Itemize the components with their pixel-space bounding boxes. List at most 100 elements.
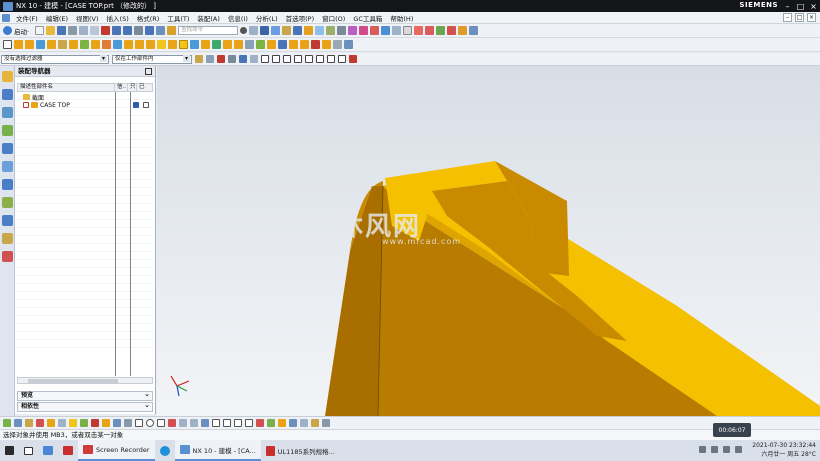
bounded-grid-icon[interactable]: [349, 55, 357, 63]
endpoint-icon[interactable]: [250, 55, 258, 63]
doc-close-button[interactable]: ×: [807, 13, 816, 22]
assembly-navigator-tab-icon[interactable]: [2, 71, 13, 82]
show-hide-icon[interactable]: [348, 26, 358, 35]
column-readonly[interactable]: 只: [128, 84, 137, 91]
split-body-icon[interactable]: [135, 40, 144, 49]
pattern-icon[interactable]: [212, 40, 221, 49]
save-icon[interactable]: [57, 26, 67, 35]
menu-gc-toolbox[interactable]: GC工具箱: [349, 13, 386, 23]
intent-icon[interactable]: [228, 55, 236, 63]
menu-format[interactable]: 格式(R): [133, 13, 164, 23]
vertical-icon[interactable]: [289, 419, 297, 427]
menu-tools[interactable]: 工具(T): [163, 13, 193, 23]
chamfer-icon[interactable]: [157, 40, 166, 49]
cut-icon[interactable]: [68, 26, 78, 35]
midpoint-constraint-icon[interactable]: [311, 419, 319, 427]
preview-pane[interactable]: 预览: [17, 390, 153, 401]
convert-icon[interactable]: [47, 419, 55, 427]
collinear-icon[interactable]: [300, 419, 308, 427]
type-filter-select[interactable]: 没有选择过滤器: [1, 54, 109, 64]
expression-icon[interactable]: [425, 26, 435, 35]
spreadsheet-icon[interactable]: [436, 26, 446, 35]
select-all-icon[interactable]: [206, 55, 214, 63]
blend-icon[interactable]: [146, 40, 155, 49]
rectangle-icon[interactable]: [124, 419, 132, 427]
spline-icon[interactable]: [168, 419, 176, 427]
command-search-input[interactable]: 查找命令: [178, 26, 239, 35]
mirror-curve-icon[interactable]: [80, 419, 88, 427]
copy-icon[interactable]: [79, 26, 89, 35]
taskbar-edge[interactable]: [155, 440, 175, 461]
rotate-icon[interactable]: [271, 26, 281, 35]
pocket-icon[interactable]: [58, 40, 67, 49]
control-point-icon[interactable]: [272, 55, 280, 63]
boss-icon[interactable]: [47, 40, 56, 49]
reuse-library-tab-icon[interactable]: [2, 125, 13, 136]
taskbar-pdf[interactable]: UL1185系列规格...: [261, 440, 340, 461]
ellipse-icon[interactable]: [190, 419, 198, 427]
paste-icon[interactable]: [90, 26, 100, 35]
zoom-icon[interactable]: [260, 26, 270, 35]
delete-icon[interactable]: [101, 26, 111, 35]
measure-icon[interactable]: [370, 26, 380, 35]
fixed-icon[interactable]: [212, 419, 220, 427]
column-part-name[interactable]: 描述性部件名: [18, 84, 115, 91]
arc-icon[interactable]: [157, 419, 165, 427]
circle-icon[interactable]: [146, 419, 154, 427]
point-on-curve-icon[interactable]: [327, 55, 335, 63]
customize-icon[interactable]: [469, 26, 479, 35]
tray-chevron-icon[interactable]: [699, 446, 706, 453]
existing-point-icon[interactable]: [316, 55, 324, 63]
redo-icon[interactable]: [123, 26, 133, 35]
window-icon[interactable]: [156, 26, 166, 35]
menu-preferences[interactable]: 首选项(P): [282, 13, 319, 23]
concentric-icon[interactable]: [322, 419, 330, 427]
menu-window[interactable]: 窗口(O): [318, 13, 349, 23]
shell-icon[interactable]: [168, 40, 177, 49]
background-icon[interactable]: [326, 26, 336, 35]
polygon-icon[interactable]: [179, 419, 187, 427]
analysis-icon[interactable]: [381, 26, 391, 35]
windows-start-button[interactable]: [0, 440, 19, 461]
intersect-icon[interactable]: [113, 40, 122, 49]
fillet-icon[interactable]: [113, 419, 121, 427]
parallel-icon[interactable]: [223, 419, 231, 427]
clock[interactable]: 2021-07-30 23:32:44 六月廿一 周五 28°C: [752, 441, 816, 459]
coincident-icon[interactable]: [267, 419, 275, 427]
nx-app-icon[interactable]: [3, 1, 13, 11]
command-finder-icon[interactable]: [167, 26, 177, 35]
taskbar-nx[interactable]: NX 10 - 建模 - [CA...: [174, 440, 261, 461]
task-view-button[interactable]: [19, 440, 38, 461]
rib-icon[interactable]: [80, 40, 89, 49]
snap-icon[interactable]: [403, 26, 413, 35]
subtract-icon[interactable]: [102, 40, 111, 49]
quadrant-icon[interactable]: [305, 55, 313, 63]
web-browser-tab-icon[interactable]: [2, 161, 13, 172]
menu-file[interactable]: 文件(F): [12, 13, 42, 23]
constraint-navigator-tab-icon[interactable]: [2, 89, 13, 100]
shaded-icon[interactable]: [304, 26, 314, 35]
maximize-button[interactable]: □: [794, 0, 807, 12]
inference-icon[interactable]: [14, 419, 22, 427]
replace-face-icon[interactable]: [311, 40, 320, 49]
datum-plane-icon[interactable]: [245, 40, 254, 49]
sweep-icon[interactable]: [267, 40, 276, 49]
dimension-icon[interactable]: [36, 419, 44, 427]
menu-assembly[interactable]: 装配(A): [193, 13, 224, 23]
render-style-icon[interactable]: [293, 26, 303, 35]
fit-view-icon[interactable]: [249, 26, 259, 35]
intersection-icon[interactable]: [283, 55, 291, 63]
more-icon[interactable]: [344, 40, 353, 49]
scroll-thumb[interactable]: [28, 379, 118, 383]
perpendicular-icon[interactable]: [234, 419, 242, 427]
dependencies-pane[interactable]: 相依性: [17, 401, 153, 412]
graphics-window[interactable]: 沐风网 www.mfcad.com: [157, 66, 820, 416]
gc-icon[interactable]: [458, 26, 468, 35]
close-button[interactable]: ×: [807, 0, 820, 12]
taskbar-screen-recorder[interactable]: Screen Recorder: [78, 440, 155, 461]
synchronous-icon[interactable]: [333, 40, 342, 49]
part-navigator-tab-icon[interactable]: [2, 107, 13, 118]
surface-icon[interactable]: [278, 40, 287, 49]
tools-icon[interactable]: [414, 26, 424, 35]
sketch-icon[interactable]: [3, 40, 12, 49]
